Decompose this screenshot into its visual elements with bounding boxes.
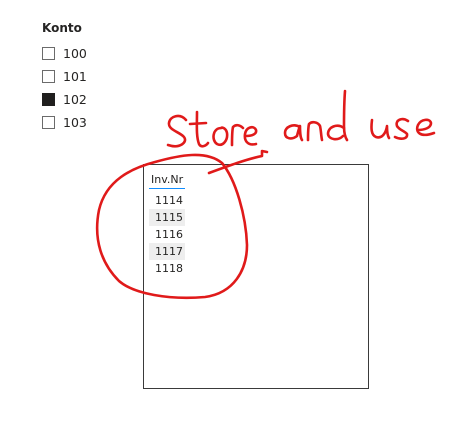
slicer-item-101[interactable]: 101	[42, 65, 162, 88]
slicer-item-label: 101	[63, 69, 87, 84]
slicer-item-label: 103	[63, 115, 87, 130]
slicer-item-label: 100	[63, 46, 87, 61]
inv-nr-table: Inv.Nr 1114 1115 1116 1117 1118	[149, 171, 185, 277]
slicer-item-102[interactable]: 102	[42, 88, 162, 111]
table-row[interactable]: 1117	[149, 243, 185, 260]
checkbox-icon[interactable]	[42, 116, 55, 129]
konto-slicer: Konto 100 101 102 103	[42, 20, 162, 134]
checkbox-icon[interactable]	[42, 70, 55, 83]
checkbox-icon[interactable]	[42, 47, 55, 60]
table-row[interactable]: 1115	[149, 209, 185, 226]
column-header-inv-nr[interactable]: Inv.Nr	[149, 171, 185, 189]
table-visual[interactable]: Inv.Nr 1114 1115 1116 1117 1118	[143, 164, 369, 389]
table-row[interactable]: 1114	[149, 192, 185, 209]
annotation-text-store-and-use	[166, 89, 436, 148]
slicer-item-103[interactable]: 103	[42, 111, 162, 134]
checkbox-checked-icon[interactable]	[42, 93, 55, 106]
slicer-title: Konto	[42, 21, 82, 35]
slicer-item-100[interactable]: 100	[42, 42, 162, 65]
slicer-item-label: 102	[63, 92, 87, 107]
table-row[interactable]: 1118	[149, 260, 185, 277]
table-row[interactable]: 1116	[149, 226, 185, 243]
